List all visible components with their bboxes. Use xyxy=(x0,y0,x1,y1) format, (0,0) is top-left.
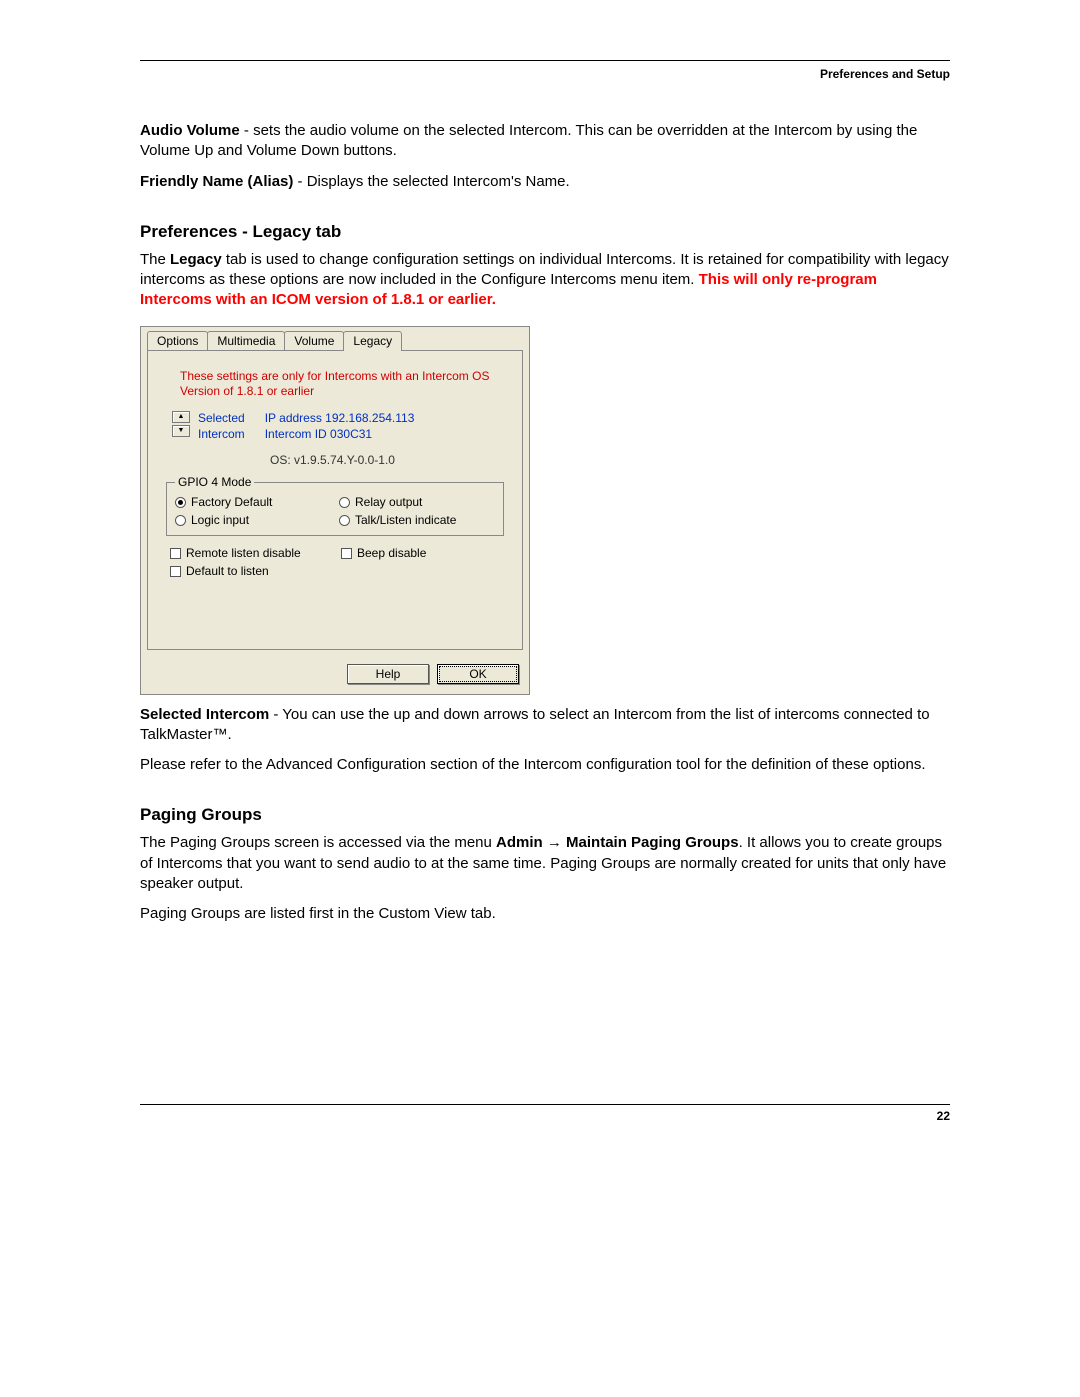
gpio-legend: GPIO 4 Mode xyxy=(175,475,254,489)
dialog-button-row: Help OK xyxy=(141,658,529,694)
paging-paragraph-1: The Paging Groups screen is accessed via… xyxy=(140,833,950,894)
audio-volume-text: - sets the audio volume on the selected … xyxy=(140,122,917,159)
tab-body: These settings are only for Intercoms wi… xyxy=(147,350,523,650)
paging-heading: Paging Groups xyxy=(140,805,950,825)
checkbox-icon xyxy=(170,548,181,559)
header-title: Preferences and Setup xyxy=(140,67,950,81)
checkbox-icon xyxy=(170,566,181,577)
spinner-down-button[interactable]: ▼ xyxy=(172,425,190,437)
legacy-os-warning: These settings are only for Intercoms wi… xyxy=(180,369,490,400)
legacy-intro-1a: The xyxy=(140,251,170,268)
radio-talk-listen[interactable]: Talk/Listen indicate xyxy=(339,513,495,527)
selected-label-2: Intercom xyxy=(198,426,245,443)
paging-arrow-icon: → xyxy=(547,834,562,851)
radio-icon xyxy=(339,497,350,508)
ok-button[interactable]: OK xyxy=(437,664,519,684)
header-rule xyxy=(140,60,950,61)
legacy-heading: Preferences - Legacy tab xyxy=(140,222,950,242)
paging-1a: The Paging Groups screen is accessed via… xyxy=(140,834,496,851)
selected-intercom-paragraph: Selected Intercom - You can use the up a… xyxy=(140,705,950,746)
tab-legacy[interactable]: Legacy xyxy=(343,331,402,351)
audio-volume-paragraph: Audio Volume - sets the audio volume on … xyxy=(140,121,950,162)
selected-info-col: IP address 192.168.254.113 Intercom ID 0… xyxy=(265,410,415,444)
radio-relay-output[interactable]: Relay output xyxy=(339,495,495,509)
tab-multimedia[interactable]: Multimedia xyxy=(207,331,285,350)
os-version-text: OS: v1.9.5.74.Y-0.0-1.0 xyxy=(270,453,510,467)
check-remote-listen-disable[interactable]: Remote listen disable xyxy=(170,546,333,560)
legacy-dialog: Options Multimedia Volume Legacy These s… xyxy=(140,326,530,695)
tab-options[interactable]: Options xyxy=(147,331,208,350)
paging-1b: Admin xyxy=(496,834,547,851)
check-label: Beep disable xyxy=(357,546,426,560)
check-label: Remote listen disable xyxy=(186,546,301,560)
radio-label: Talk/Listen indicate xyxy=(355,513,456,527)
intercom-spinner: ▲ ▼ xyxy=(172,411,190,437)
gpio-fieldset: GPIO 4 Mode Factory Default Relay output… xyxy=(166,475,504,536)
friendly-name-label: Friendly Name (Alias) xyxy=(140,173,293,190)
intercom-id-text: Intercom ID 030C31 xyxy=(265,426,415,443)
help-button[interactable]: Help xyxy=(347,664,429,684)
friendly-name-text: - Displays the selected Intercom's Name. xyxy=(293,173,569,190)
selected-intercom-label: Selected Intercom xyxy=(140,706,269,723)
legacy-intro-1b: Legacy xyxy=(170,251,222,268)
radio-label: Logic input xyxy=(191,513,249,527)
selected-label-col: Selected Intercom xyxy=(198,410,245,444)
ip-address-text: IP address 192.168.254.113 xyxy=(265,410,415,427)
footer-rule xyxy=(140,1104,950,1105)
selected-intercom-block: ▲ ▼ Selected Intercom IP address 192.168… xyxy=(172,410,510,444)
page-number: 22 xyxy=(140,1109,950,1123)
tab-volume[interactable]: Volume xyxy=(284,331,344,350)
radio-label: Relay output xyxy=(355,495,422,509)
radio-logic-input[interactable]: Logic input xyxy=(175,513,331,527)
radio-label: Factory Default xyxy=(191,495,272,509)
check-beep-disable[interactable]: Beep disable xyxy=(341,546,504,560)
radio-icon xyxy=(175,515,186,526)
check-default-to-listen[interactable]: Default to listen xyxy=(170,564,333,578)
advanced-config-paragraph: Please refer to the Advanced Configurati… xyxy=(140,755,950,775)
paging-paragraph-2: Paging Groups are listed first in the Cu… xyxy=(140,904,950,924)
check-label: Default to listen xyxy=(186,564,269,578)
audio-volume-label: Audio Volume xyxy=(140,122,240,139)
check-grid: Remote listen disable Beep disable Defau… xyxy=(170,546,504,578)
selected-label-1: Selected xyxy=(198,410,245,427)
radio-icon xyxy=(339,515,350,526)
radio-icon xyxy=(175,497,186,508)
friendly-name-paragraph: Friendly Name (Alias) - Displays the sel… xyxy=(140,172,950,192)
paging-1c: Maintain Paging Groups xyxy=(562,834,739,851)
legacy-intro: The Legacy tab is used to change configu… xyxy=(140,250,950,311)
radio-factory-default[interactable]: Factory Default xyxy=(175,495,331,509)
tab-strip: Options Multimedia Volume Legacy xyxy=(141,327,529,350)
spinner-up-button[interactable]: ▲ xyxy=(172,411,190,423)
checkbox-icon xyxy=(341,548,352,559)
